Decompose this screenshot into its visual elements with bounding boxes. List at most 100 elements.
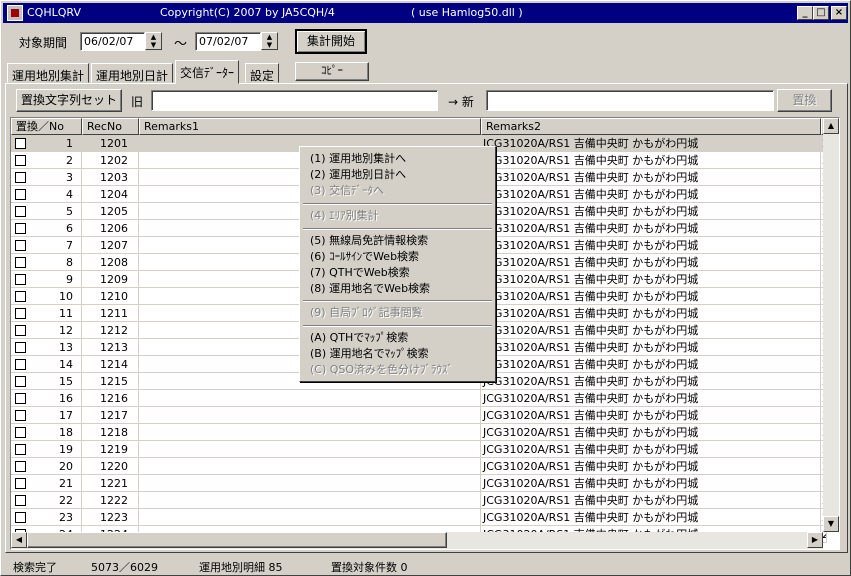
menu-item-area-summary[interactable]: (1) 運用地別集計へ xyxy=(310,151,406,167)
recno-cell[interactable]: 1214 xyxy=(82,356,139,373)
remarks1-cell[interactable] xyxy=(139,458,481,475)
replace-checkbox[interactable] xyxy=(15,512,26,523)
remarks1-cell[interactable] xyxy=(139,407,481,424)
replace-checkbox[interactable] xyxy=(15,155,26,166)
recno-cell[interactable]: 1213 xyxy=(82,339,139,356)
recno-cell[interactable]: 1202 xyxy=(82,152,139,169)
table-row[interactable]: 211221JCG31020A/RS1 吉備中央町 かもがわ円城2 xyxy=(11,475,827,492)
replace-checkbox[interactable] xyxy=(15,376,26,387)
replace-cell[interactable]: 12 xyxy=(11,322,82,339)
recno-cell[interactable]: 1204 xyxy=(82,186,139,203)
table-row[interactable]: 201220JCG31020A/RS1 吉備中央町 かもがわ円城2 xyxy=(11,458,827,475)
remarks2-cell[interactable]: JCG31020A/RS1 吉備中央町 かもがわ円城 xyxy=(481,407,821,424)
copy-button[interactable]: ｺﾋﾟｰ xyxy=(295,62,369,81)
remarks2-cell[interactable]: JCG31020A/RS1 吉備中央町 かもがわ円城 xyxy=(481,254,821,271)
replace-checkbox[interactable] xyxy=(15,240,26,251)
replace-cell[interactable]: 6 xyxy=(11,220,82,237)
remarks2-cell[interactable]: JCG31020A/RS1 吉備中央町 かもがわ円城 xyxy=(481,135,821,152)
replace-cell[interactable]: 20 xyxy=(11,458,82,475)
replace-checkbox[interactable] xyxy=(15,138,26,149)
arrow-up-icon[interactable]: ▲ xyxy=(823,118,839,134)
remarks1-cell[interactable] xyxy=(139,492,481,509)
remarks2-cell[interactable]: JCG31020A/RS1 吉備中央町 かもがわ円城 xyxy=(481,305,821,322)
remarks2-cell[interactable]: JCG31020A/RS1 吉備中央町 かもがわ円城 xyxy=(481,186,821,203)
tab-qso-data[interactable]: 交信ﾃﾞｰﾀｰ xyxy=(175,60,240,84)
vertical-scrollbar[interactable]: ▲ ▼ xyxy=(823,118,839,532)
recno-cell[interactable]: 1210 xyxy=(82,288,139,305)
remarks2-cell[interactable]: JCG31020A/RS1 吉備中央町 かもがわ円城 xyxy=(481,390,821,407)
remarks2-cell[interactable]: JCG31020A/RS1 吉備中央町 かもがわ円城 xyxy=(481,492,821,509)
recno-cell[interactable]: 1201 xyxy=(82,135,139,152)
from-date-field[interactable]: 06/02/07 xyxy=(80,32,145,51)
remarks1-cell[interactable] xyxy=(139,390,481,407)
remarks2-cell[interactable]: JCG31020A/RS1 吉備中央町 かもがわ円城 xyxy=(481,288,821,305)
menu-item-callsign-web-search[interactable]: (6) ｺｰﾙｻｲﾝでWeb検索 xyxy=(310,249,419,265)
replace-checkbox[interactable] xyxy=(15,291,26,302)
maximize-button[interactable]: □ xyxy=(813,6,829,20)
replace-checkbox[interactable] xyxy=(15,410,26,421)
replace-checkbox[interactable] xyxy=(15,325,26,336)
recno-cell[interactable]: 1203 xyxy=(82,169,139,186)
remarks2-cell[interactable]: JCG31020A/RS1 吉備中央町 かもがわ円城 xyxy=(481,169,821,186)
tab-settings[interactable]: 設定 xyxy=(245,63,280,83)
remarks1-cell[interactable] xyxy=(139,441,481,458)
replace-cell[interactable]: 1 xyxy=(11,135,82,152)
replace-cell[interactable]: 15 xyxy=(11,373,82,390)
replace-cell[interactable]: 18 xyxy=(11,424,82,441)
title-bar[interactable]: CQHLQRV Copyright(C) 2007 by JA5CQH/4 ( … xyxy=(3,3,848,23)
replace-checkbox[interactable] xyxy=(15,223,26,234)
app-icon[interactable] xyxy=(7,5,23,21)
replace-cell[interactable]: 17 xyxy=(11,407,82,424)
menu-item-location-web-search[interactable]: (8) 運用地名でWeb検索 xyxy=(310,281,430,297)
table-row[interactable]: 161216JCG31020A/RS1 吉備中央町 かもがわ円城2 xyxy=(11,390,827,407)
horizontal-scrollbar[interactable]: ◀ ▶ xyxy=(11,532,823,549)
remarks2-cell[interactable]: JCG31020A/RS1 吉備中央町 かもがわ円城 xyxy=(481,441,821,458)
recno-cell[interactable]: 1205 xyxy=(82,203,139,220)
horizontal-scroll-thumb[interactable] xyxy=(27,532,447,548)
tab-area-summary[interactable]: 運用地別集計 xyxy=(7,63,90,83)
minimize-button[interactable]: _ xyxy=(797,6,813,20)
start-aggregate-button[interactable]: 集計開始 xyxy=(295,29,367,54)
replace-cell[interactable]: 10 xyxy=(11,288,82,305)
table-row[interactable]: 171217JCG31020A/RS1 吉備中央町 かもがわ円城2 xyxy=(11,407,827,424)
replace-checkbox[interactable] xyxy=(15,495,26,506)
replace-checkbox[interactable] xyxy=(15,342,26,353)
spin-down-icon[interactable]: ▼ xyxy=(146,41,161,49)
remarks2-cell[interactable]: JCG31020A/RS1 吉備中央町 かもがわ円城 xyxy=(481,458,821,475)
menu-item-qth-map-search[interactable]: (A) QTHでﾏｯﾌﾟ検索 xyxy=(310,330,408,346)
recno-cell[interactable]: 1215 xyxy=(82,373,139,390)
recno-cell[interactable]: 1216 xyxy=(82,390,139,407)
replace-cell[interactable]: 5 xyxy=(11,203,82,220)
old-string-input[interactable] xyxy=(151,90,438,111)
remarks2-cell[interactable]: JCG31020A/RS1 吉備中央町 かもがわ円城 xyxy=(481,322,821,339)
column-header-remarks2[interactable]: Remarks2 xyxy=(481,118,821,135)
remarks1-cell[interactable] xyxy=(139,424,481,441)
replace-checkbox[interactable] xyxy=(15,444,26,455)
recno-cell[interactable]: 1222 xyxy=(82,492,139,509)
tab-area-daily[interactable]: 運用地別日計 xyxy=(91,63,174,83)
menu-item-qth-web-search[interactable]: (7) QTHでWeb検索 xyxy=(310,265,410,281)
replace-checkbox[interactable] xyxy=(15,172,26,183)
recno-cell[interactable]: 1208 xyxy=(82,254,139,271)
spin-up-icon[interactable]: ▲ xyxy=(146,33,161,41)
recno-cell[interactable]: 1223 xyxy=(82,509,139,526)
replace-button[interactable]: 置換 xyxy=(777,89,832,112)
remarks2-cell[interactable]: JCG31020A/RS1 吉備中央町 かもがわ円城 xyxy=(481,475,821,492)
recno-cell[interactable]: 1209 xyxy=(82,271,139,288)
replace-cell[interactable]: 4 xyxy=(11,186,82,203)
replace-checkbox[interactable] xyxy=(15,274,26,285)
replace-cell[interactable]: 13 xyxy=(11,339,82,356)
column-header-recno[interactable]: RecNo xyxy=(82,118,139,135)
arrow-left-icon[interactable]: ◀ xyxy=(11,532,27,548)
remarks2-cell[interactable]: JCG31020A/RS1 吉備中央町 かもがわ円城 xyxy=(481,339,821,356)
remarks1-cell[interactable] xyxy=(139,509,481,526)
replace-checkbox[interactable] xyxy=(15,461,26,472)
recno-cell[interactable]: 1219 xyxy=(82,441,139,458)
replace-checkbox[interactable] xyxy=(15,206,26,217)
replace-checkbox[interactable] xyxy=(15,257,26,268)
remarks2-cell[interactable]: JCG31020A/RS1 吉備中央町 かもがわ円城 xyxy=(481,237,821,254)
replace-cell[interactable]: 22 xyxy=(11,492,82,509)
table-row[interactable]: 191219JCG31020A/RS1 吉備中央町 かもがわ円城2 xyxy=(11,441,827,458)
recno-cell[interactable]: 1212 xyxy=(82,322,139,339)
close-button[interactable]: × xyxy=(831,6,847,20)
